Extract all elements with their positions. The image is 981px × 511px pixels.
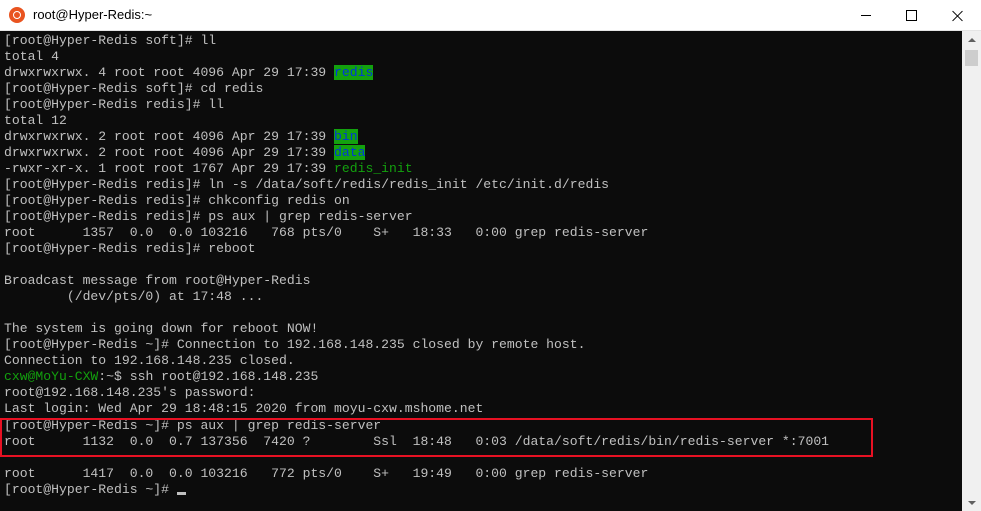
terminal-line: root 1357 0.0 0.0 103216 768 pts/0 S+ 18… (4, 225, 648, 241)
terminal-line: [root@Hyper-Redis redis]# reboot (4, 241, 255, 257)
terminal-line: Last login: Wed Apr 29 18:48:15 2020 fro… (4, 401, 483, 417)
terminal-text: [root@Hyper-Redis redis]# ln -s /data/so… (4, 177, 610, 192)
terminal-text: Connection to 192.168.148.235 closed. (4, 353, 295, 368)
annotation-highlight-box (0, 418, 873, 457)
terminal-line: total 12 (4, 113, 67, 129)
terminal-text: [root@Hyper-Redis ~]# Connection to 192.… (4, 337, 586, 352)
minimize-button[interactable] (843, 0, 889, 31)
scroll-down-icon[interactable] (962, 494, 981, 511)
window-title: root@Hyper-Redis:~ (33, 7, 153, 22)
terminal-text: data (334, 145, 366, 160)
terminal-line: drwxrwxrwx. 4 root root 4096 Apr 29 17:3… (4, 65, 374, 81)
terminal-line: [root@Hyper-Redis redis]# chkconfig redi… (4, 193, 350, 209)
terminal-line: root 1417 0.0 0.0 103216 772 pts/0 S+ 19… (4, 466, 648, 482)
terminal-line: drwxrwxrwx. 2 root root 4096 Apr 29 17:3… (4, 129, 358, 145)
close-button[interactable] (935, 0, 981, 31)
terminal-line: Broadcast message from root@Hyper-Redis (4, 273, 310, 289)
terminal-text: root 1357 0.0 0.0 103216 768 pts/0 S+ 18… (4, 225, 649, 240)
terminal-line: The system is going down for reboot NOW! (4, 321, 318, 337)
text-cursor (176, 492, 186, 495)
maximize-icon (905, 10, 917, 21)
terminal-text: redis (334, 65, 374, 80)
terminal-text: root 1417 0.0 0.0 103216 772 pts/0 S+ 19… (4, 466, 649, 481)
terminal-text: The system is going down for reboot NOW! (4, 321, 319, 336)
terminal-text: -rwxr-xr-x. 1 root root 1767 Apr 29 17:3… (4, 161, 335, 176)
terminal-text: [root@Hyper-Redis redis]# chkconfig redi… (4, 193, 350, 208)
terminal-text: drwxrwxrwx. 2 root root 4096 Apr 29 17:3… (4, 129, 335, 144)
terminal-line: Connection to 192.168.148.235 closed. (4, 353, 295, 369)
vertical-scrollbar[interactable] (962, 31, 981, 511)
terminal-line: [root@Hyper-Redis redis]# ll (4, 97, 224, 113)
terminal-text: [root@Hyper-Redis soft]# cd redis (4, 81, 264, 96)
terminal-text: [root@Hyper-Redis soft]# ll (4, 33, 217, 48)
terminal-text: Last login: Wed Apr 29 18:48:15 2020 fro… (4, 401, 484, 416)
minimize-icon (861, 15, 871, 16)
terminal-text: (/dev/pts/0) at 17:48 ... (4, 289, 264, 304)
terminal-line: (/dev/pts/0) at 17:48 ... (4, 289, 263, 305)
terminal-line: [root@Hyper-Redis soft]# ll (4, 33, 216, 49)
terminal-text: bin (334, 129, 358, 144)
terminal-text: drwxrwxrwx. 2 root root 4096 Apr 29 17:3… (4, 145, 335, 160)
terminal-text: :~$ ssh root@192.168.148.235 (98, 369, 319, 384)
terminal-window: root@Hyper-Redis:~ [root@Hyper-Redis sof… (0, 0, 981, 511)
terminal-text: drwxrwxrwx. 4 root root 4096 Apr 29 17:3… (4, 65, 335, 80)
terminal-text: root@192.168.148.235's password: (4, 385, 256, 400)
terminal-text: [root@Hyper-Redis redis]# ll (4, 97, 225, 112)
terminal-line: total 4 (4, 49, 59, 65)
ubuntu-icon (9, 7, 25, 23)
terminal-line: -rwxr-xr-x. 1 root root 1767 Apr 29 17:3… (4, 161, 413, 177)
terminal-line: [root@Hyper-Redis ~]# Connection to 192.… (4, 337, 585, 353)
terminal-line: [root@Hyper-Redis ~]# (4, 482, 186, 498)
title-bar[interactable]: root@Hyper-Redis:~ (0, 0, 981, 31)
scrollbar-thumb[interactable] (965, 50, 978, 66)
terminal-line: cxw@MoYu-CXW:~$ ssh root@192.168.148.235 (4, 369, 318, 385)
scroll-up-icon[interactable] (962, 31, 981, 48)
close-icon (952, 10, 964, 22)
terminal-text: redis_init (334, 161, 413, 176)
terminal-text: [root@Hyper-Redis ~]# (4, 482, 177, 497)
terminal-text: cxw@MoYu-CXW (4, 369, 99, 384)
terminal-text: [root@Hyper-Redis redis]# ps aux | grep … (4, 209, 413, 224)
terminal-text: [root@Hyper-Redis redis]# reboot (4, 241, 256, 256)
terminal-line: [root@Hyper-Redis soft]# cd redis (4, 81, 263, 97)
maximize-button[interactable] (888, 0, 934, 31)
terminal-line: root@192.168.148.235's password: (4, 385, 255, 401)
terminal-text: total 12 (4, 113, 67, 128)
terminal-line: [root@Hyper-Redis redis]# ps aux | grep … (4, 209, 413, 225)
terminal-line: [root@Hyper-Redis redis]# ln -s /data/so… (4, 177, 609, 193)
terminal-line: drwxrwxrwx. 2 root root 4096 Apr 29 17:3… (4, 145, 366, 161)
terminal-text: total 4 (4, 49, 60, 64)
terminal-text: Broadcast message from root@Hyper-Redis (4, 273, 311, 288)
